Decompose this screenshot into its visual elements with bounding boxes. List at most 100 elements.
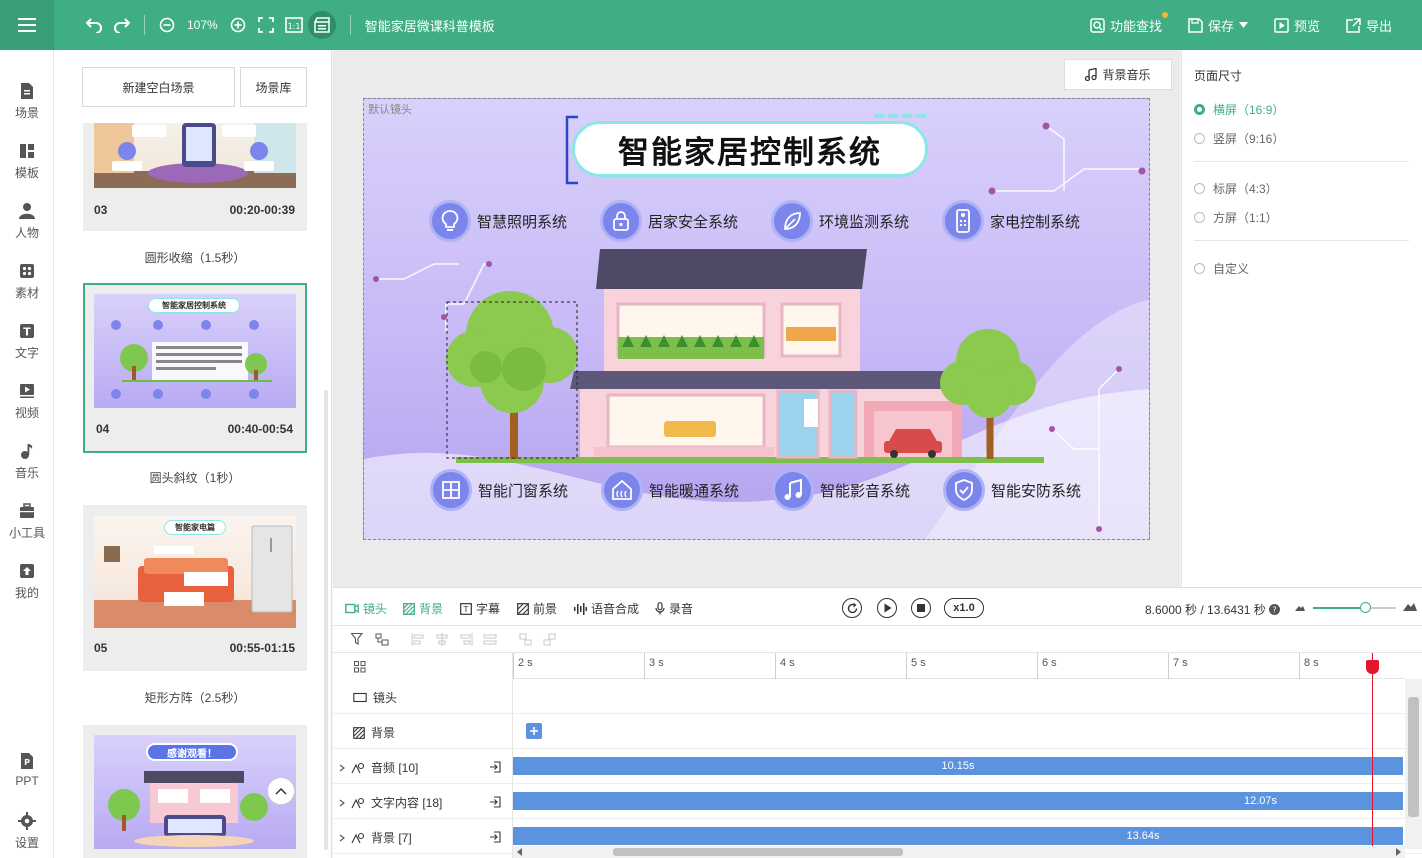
feature-smart-hvac[interactable]: 智能暖通系统 — [601, 469, 739, 511]
scrollbar-thumb[interactable] — [613, 848, 903, 856]
radio-button[interactable] — [1194, 263, 1205, 274]
export-button[interactable]: 导出 — [1346, 16, 1392, 35]
timeline-horizontal-scrollbar[interactable] — [513, 846, 1405, 858]
audio-track-bar[interactable]: 10.15s — [513, 757, 1403, 775]
radio-button[interactable] — [1194, 104, 1205, 115]
scroll-right-icon[interactable] — [1395, 848, 1401, 856]
scene-transition[interactable]: 圆头斜纹（1秒） — [83, 469, 307, 486]
size-option-landscape[interactable]: 横屏（16:9） — [1194, 101, 1284, 118]
waveform-icon — [574, 602, 587, 615]
radio-button[interactable] — [1194, 183, 1205, 194]
nav-mine[interactable]: 我的 — [0, 562, 54, 601]
tab-background[interactable]: 背景 — [403, 600, 443, 617]
add-background-button[interactable] — [526, 723, 542, 739]
scene-transition[interactable]: 矩形方阵（2.5秒） — [83, 689, 307, 706]
size-option-custom[interactable]: 自定义 — [1194, 260, 1249, 277]
track-text-content[interactable]: 文字内容 [18] 12.07s — [333, 784, 1422, 819]
play-button[interactable] — [877, 598, 897, 618]
filter-icon[interactable] — [351, 633, 365, 646]
enter-icon[interactable] — [489, 796, 501, 808]
radio-button[interactable] — [1194, 133, 1205, 144]
size-option-portrait[interactable]: 竖屏（9:16） — [1194, 130, 1284, 147]
radio-button[interactable] — [1194, 212, 1205, 223]
nav-ppt[interactable]: P PPT — [0, 752, 54, 788]
enter-icon[interactable] — [489, 761, 501, 773]
zoom-in-button[interactable] — [224, 11, 252, 39]
document-title[interactable]: 智能家居微课科普模板 — [365, 16, 495, 35]
time-ruler[interactable]: 2 s 3 s 4 s 5 s 6 s 7 s 8 s — [513, 653, 1405, 679]
mountain-large-icon — [1403, 603, 1417, 611]
tab-tts[interactable]: 语音合成 — [574, 600, 639, 617]
text-track-bar[interactable]: 12.07s — [513, 792, 1403, 810]
align-center-icon[interactable] — [435, 633, 449, 646]
scene-transition[interactable]: 圆形收缩（1.5秒） — [83, 249, 307, 266]
scrollbar-thumb[interactable] — [1408, 697, 1419, 817]
background-music-button[interactable]: 背景音乐 — [1064, 59, 1172, 90]
feature-appliance-control[interactable]: 家电控制系统 — [942, 200, 1080, 242]
zoom-out-button[interactable] — [153, 11, 181, 39]
fullscreen-button[interactable] — [252, 11, 280, 39]
feature-smart-lighting[interactable]: 智慧照明系统 — [429, 200, 567, 242]
nav-settings[interactable]: 设置 — [0, 812, 54, 851]
timeline-vertical-scrollbar[interactable] — [1405, 679, 1422, 849]
ungroup-icon[interactable] — [543, 633, 557, 646]
tab-record[interactable]: 录音 — [655, 600, 693, 617]
align-right-icon[interactable] — [459, 633, 473, 646]
redo-button[interactable] — [108, 11, 136, 39]
group-icon[interactable] — [519, 633, 533, 646]
replay-button[interactable] — [842, 598, 862, 618]
subtitle-mode-button[interactable] — [307, 11, 336, 39]
feature-smart-defense[interactable]: 智能安防系统 — [943, 469, 1081, 511]
zoom-slider-handle[interactable] — [1360, 602, 1371, 613]
scene-library-button[interactable]: 场景库 — [240, 67, 307, 107]
nav-text[interactable]: T 文字 — [0, 322, 54, 361]
scene-card-03[interactable]: 03 00:20-00:39 — [83, 123, 307, 231]
align-justify-icon[interactable] — [483, 633, 497, 646]
chevron-right-icon[interactable] — [339, 834, 345, 842]
zoom-slider-rest[interactable] — [1371, 607, 1396, 609]
chevron-right-icon[interactable] — [339, 764, 345, 772]
stop-button[interactable] — [911, 598, 931, 618]
track-camera[interactable]: 镜头 — [333, 679, 1422, 714]
nav-tools[interactable]: 小工具 — [0, 502, 54, 541]
menu-button[interactable] — [0, 0, 54, 50]
playback-speed-button[interactable]: x1.0 — [944, 598, 984, 618]
scene-card-05[interactable]: 智能家电篇 05 00:55-01:15 — [83, 505, 307, 671]
playhead-line[interactable] — [1372, 653, 1373, 849]
distribute-icon[interactable] — [375, 633, 389, 646]
tab-camera[interactable]: 镜头 — [345, 600, 387, 617]
feature-smart-audio-video[interactable]: 智能影音系统 — [772, 469, 910, 511]
new-blank-scene-button[interactable]: 新建空白场景 — [82, 67, 235, 107]
enter-icon[interactable] — [489, 831, 501, 843]
nav-video[interactable]: 视频 — [0, 382, 54, 421]
tab-subtitle[interactable]: T 字幕 — [460, 600, 500, 617]
undo-button[interactable] — [80, 11, 108, 39]
zoom-slider-track[interactable] — [1313, 607, 1365, 609]
scene-stage[interactable]: 默认镜头 智能家居控制系统 智慧照明系统 居家安全系统 环境监测系统 家电控制系… — [363, 98, 1150, 540]
size-option-standard[interactable]: 标屏（4:3） — [1194, 180, 1278, 197]
scene-card-04[interactable]: 智能家居控制系统 04 00:40-00:54 — [83, 283, 307, 453]
tab-foreground[interactable]: 前景 — [517, 600, 557, 617]
scroll-to-top-button[interactable] — [267, 777, 295, 805]
track-background[interactable]: 背景 — [333, 714, 1422, 749]
nav-material[interactable]: 素材 — [0, 262, 54, 301]
actual-size-button[interactable]: 1:1 — [280, 11, 308, 39]
save-button[interactable]: 保存 — [1188, 16, 1248, 35]
chevron-right-icon[interactable] — [339, 799, 345, 807]
feature-home-security[interactable]: 居家安全系统 — [600, 200, 738, 242]
nav-person[interactable]: 人物 — [0, 202, 54, 241]
nav-template[interactable]: 模板 — [0, 142, 54, 181]
stage-main-title[interactable]: 智能家居控制系统 — [572, 121, 928, 177]
nav-scene[interactable]: 场景 — [0, 82, 54, 121]
scene-panel-scrollbar[interactable] — [324, 390, 328, 850]
scroll-left-icon[interactable] — [517, 848, 523, 856]
preview-button[interactable]: 预览 — [1274, 16, 1320, 35]
feature-smart-windows[interactable]: 智能门窗系统 — [430, 469, 568, 511]
track-audio[interactable]: 音频 [10] 10.15s — [333, 749, 1422, 784]
feature-search-button[interactable]: 功能查找 — [1090, 11, 1168, 35]
background-layer-track-bar[interactable]: 13.64s — [513, 827, 1403, 845]
nav-music[interactable]: 音乐 — [0, 442, 54, 481]
size-option-square[interactable]: 方屏（1:1） — [1194, 209, 1278, 226]
align-left-icon[interactable] — [411, 633, 425, 646]
feature-environment-monitoring[interactable]: 环境监测系统 — [771, 200, 909, 242]
